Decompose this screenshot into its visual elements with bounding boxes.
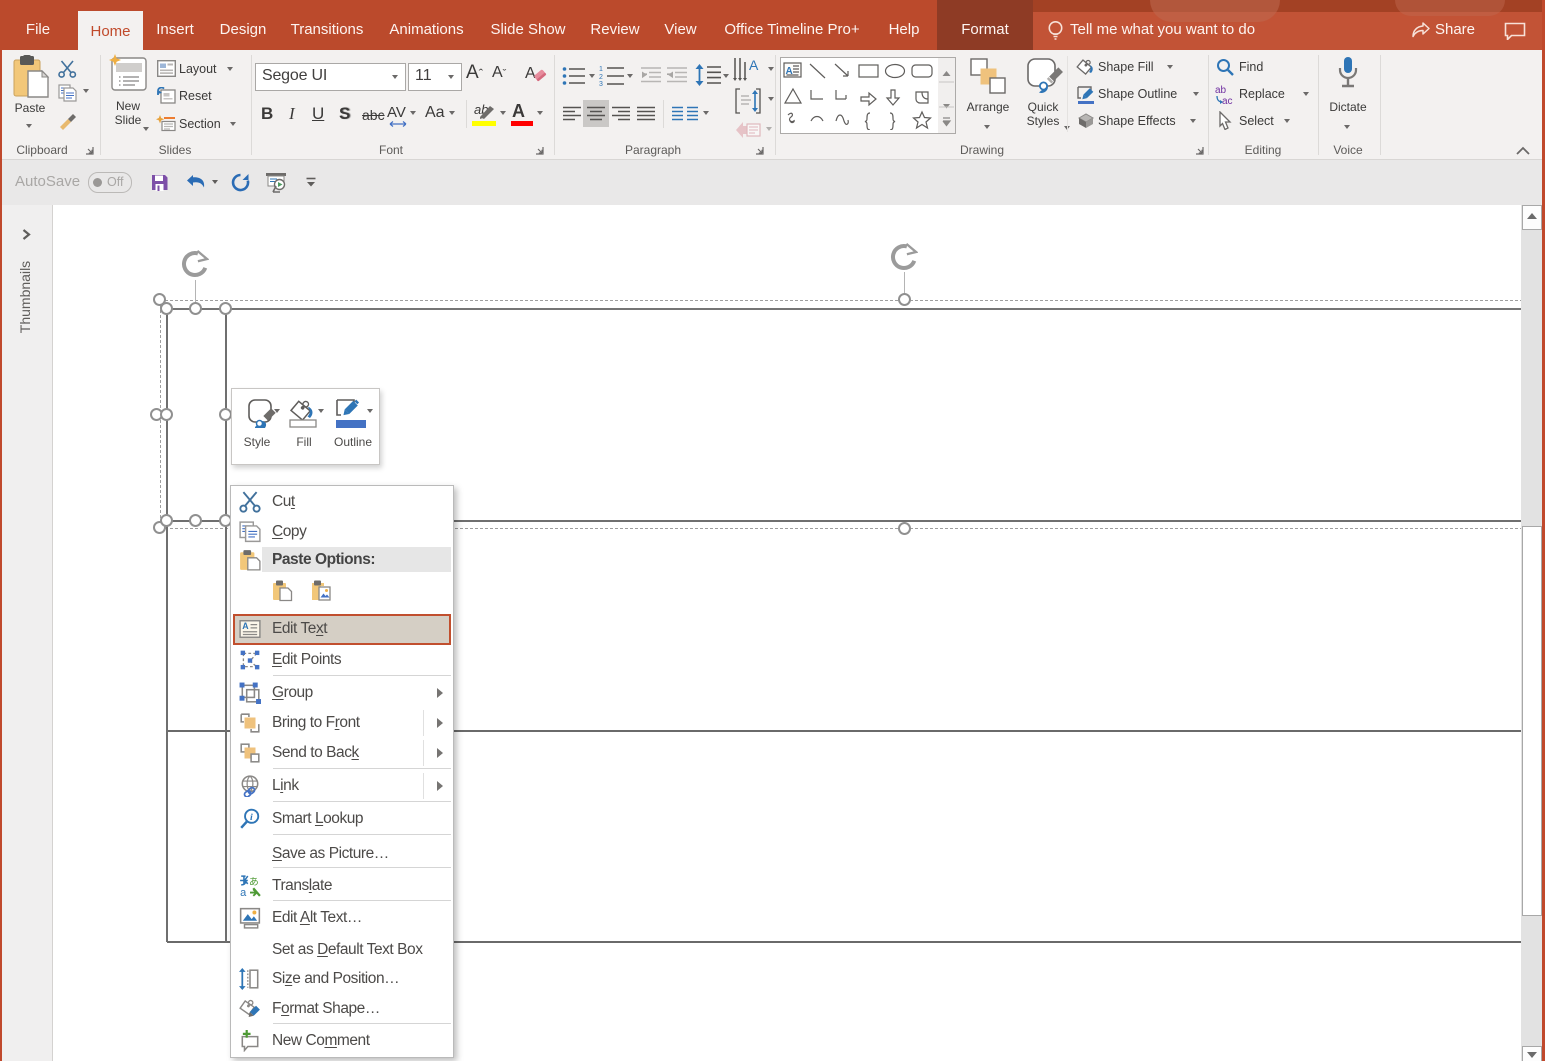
svg-text:A: A — [525, 65, 536, 82]
svg-text:ab: ab — [1215, 85, 1227, 96]
svg-text:2: 2 — [599, 74, 603, 81]
svg-text:i: i — [250, 812, 253, 823]
svg-text:a: a — [240, 887, 247, 897]
svg-text:ac: ac — [1222, 96, 1233, 105]
svg-text:A: A — [749, 58, 759, 73]
svg-text:A: A — [242, 621, 249, 631]
svg-text:あ: あ — [249, 876, 259, 888]
svg-text:3: 3 — [599, 81, 603, 87]
svg-text:1: 1 — [599, 66, 603, 73]
